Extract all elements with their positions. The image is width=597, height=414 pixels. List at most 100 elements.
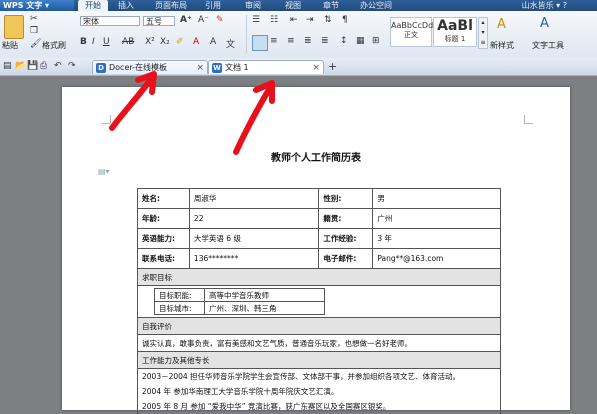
cell-label: 目标城市: xyxy=(154,301,205,315)
text-tools-icon[interactable]: A xyxy=(540,16,549,31)
paste-button[interactable]: 粘贴 xyxy=(2,40,18,51)
sort-icon[interactable]: ⇅ xyxy=(324,15,332,25)
new-tab-icon[interactable]: + xyxy=(328,60,337,73)
show-marks-icon[interactable]: ¶ xyxy=(342,15,348,25)
redo-icon[interactable]: ↷ xyxy=(68,61,76,71)
tab-view[interactable]: 视图 xyxy=(280,0,306,11)
close-icon[interactable]: × xyxy=(312,61,320,75)
ability-line: 2005 年 8 月 参加 “爱我中华” 竞演比赛，获广东赛区以及全国赛区银奖。 xyxy=(137,398,501,414)
close-icon[interactable]: × xyxy=(196,61,204,75)
app-name: WPS 文字 xyxy=(3,1,43,10)
tab-review[interactable]: 审阅 xyxy=(240,0,266,11)
bullet-list-icon[interactable]: ☰ xyxy=(252,15,260,25)
font-name-select[interactable]: 宋体 xyxy=(80,16,140,26)
cell-value: 136******** xyxy=(188,248,320,269)
cell-label: 年龄: xyxy=(137,208,190,229)
new-style-button[interactable]: 新样式 xyxy=(490,40,514,51)
tab-section[interactable]: 章节 xyxy=(318,0,344,11)
cell-label: 英语能力: xyxy=(137,228,190,249)
ability-line: 2003－2004 担任华师音乐学院学生会宣传部、文体部干事，并参加组织各项文艺… xyxy=(137,368,501,384)
paragraph-menu-icon[interactable]: ▤▾ xyxy=(98,167,110,176)
cut-icon[interactable]: ✂ xyxy=(30,14,38,24)
section-header-ability: 工作能力及其他专长 xyxy=(137,351,501,369)
doc-tab-document1[interactable]: W 文档 1 × xyxy=(208,60,324,74)
clear-format-icon[interactable]: ✎ xyxy=(216,15,224,25)
border-icon[interactable]: ⊞ xyxy=(372,36,380,46)
resume-table: 姓名: 周淑华 性别: 男 年龄: 22 籍贯: 广州 英语能力: 大学英语 6… xyxy=(137,188,501,414)
tab-office-space[interactable]: 办公空间 xyxy=(356,0,396,11)
table-row: 联系电话: 136******** 电子邮件: Pang**@163.com xyxy=(137,248,501,269)
bold-icon[interactable]: B xyxy=(80,37,87,47)
tab-page-layout[interactable]: 页面布局 xyxy=(150,0,192,11)
shrink-font-icon[interactable]: A⁻ xyxy=(198,15,209,25)
format-painter-button[interactable]: 格式刷 xyxy=(42,40,66,51)
decrease-indent-icon[interactable]: ⇤ xyxy=(290,15,298,25)
italic-icon[interactable]: I xyxy=(92,37,95,47)
style-heading1-preview: AaBl xyxy=(437,18,473,34)
corner-mark xyxy=(524,115,533,124)
undo-icon[interactable]: ↶ xyxy=(54,61,62,71)
justify-icon[interactable]: ≣ xyxy=(304,36,312,46)
new-style-icon[interactable]: A xyxy=(497,17,506,32)
style-heading1[interactable]: AaBl 标题 1 xyxy=(433,17,477,47)
cell-value: 22 xyxy=(188,208,320,229)
font-color-icon[interactable]: A xyxy=(193,37,199,47)
text-tools-button[interactable]: 文字工具 xyxy=(532,40,564,51)
table-row: 目标城市: 广州、深圳、韩三角 xyxy=(154,301,325,315)
align-right-icon[interactable]: ≡ xyxy=(287,36,295,46)
style-gallery-scroll[interactable]: ▴ ▾ ≡ xyxy=(478,17,488,49)
cell-label: 性别: xyxy=(318,188,374,209)
document-title: 教师个人工作简历表 xyxy=(271,153,361,164)
doc-tab-document1-label: 文档 1 xyxy=(225,63,249,72)
save-icon[interactable]: 💾 xyxy=(27,61,38,71)
style-normal-label: 正文 xyxy=(404,31,418,39)
style-heading1-label: 标题 1 xyxy=(444,35,466,43)
line-spacing-icon[interactable]: ↕ xyxy=(340,36,348,46)
tab-insert[interactable]: 插入 xyxy=(112,0,140,11)
document-tab-bar: ▤ 📂 💾 ⎙ ↶ ↷ D Docer-在线模板 × W 文档 1 × + xyxy=(0,58,597,76)
app-menu-button[interactable]: WPS 文字 ▾ xyxy=(0,0,74,11)
phonetic-icon[interactable]: 文 xyxy=(226,37,235,50)
highlight-icon[interactable]: ✐ xyxy=(176,37,184,47)
align-left-icon[interactable] xyxy=(252,35,268,51)
self-evaluation-text: 诚实认真，敢事负责，富有美感和文艺气质，普通音乐玩家，也想做一名好老师。 xyxy=(137,334,501,352)
char-border-icon[interactable]: A xyxy=(210,37,216,47)
cell-label: 工作经验: xyxy=(318,228,374,249)
cell-value: 大学英语 6 级 xyxy=(188,228,320,249)
copy-icon[interactable]: ❐ xyxy=(30,26,38,36)
style-normal-preview: AaBbCcDd xyxy=(391,21,434,30)
goal-cell: 目标职能: 高等中学音乐教师 目标城市: 广州、深圳、韩三角 xyxy=(137,285,501,318)
font-size-select[interactable]: 五号 xyxy=(143,16,175,26)
docer-icon: D xyxy=(96,63,106,73)
cell-label: 姓名: xyxy=(137,188,190,209)
underline-icon[interactable]: U xyxy=(103,37,110,47)
doc-tab-docer[interactable]: D Docer-在线模板 × xyxy=(92,60,208,74)
distribute-icon[interactable]: ≣ xyxy=(321,36,329,46)
format-painter-icon[interactable]: 🖌 xyxy=(30,39,41,49)
tab-start[interactable]: 开始 xyxy=(78,0,108,11)
cell-label: 目标职能: xyxy=(154,288,205,302)
align-center-icon[interactable]: ≡ xyxy=(270,36,278,46)
grow-font-icon[interactable]: A⁺ xyxy=(180,15,192,25)
user-name: 山水皆乐 xyxy=(521,1,554,10)
strikethrough-icon[interactable]: AB xyxy=(122,37,134,47)
cell-label: 联系电话: xyxy=(137,248,190,269)
document-page[interactable]: ▤▾ 教师个人工作简历表 姓名: 周淑华 性别: 男 年龄: 22 籍贯: 广州… xyxy=(62,87,570,414)
cell-value: 男 xyxy=(372,188,501,209)
shading-icon[interactable]: ▦ xyxy=(356,36,365,46)
increase-indent-icon[interactable]: ⇥ xyxy=(306,15,314,25)
user-account[interactable]: 山水皆乐 ▾ ? xyxy=(522,0,567,11)
paste-icon[interactable] xyxy=(4,15,24,39)
open-icon[interactable]: 📂 xyxy=(15,61,26,71)
numbered-list-icon[interactable]: ☷ xyxy=(270,15,278,25)
tab-reference[interactable]: 引用 xyxy=(200,0,226,11)
cell-label: 籍贯: xyxy=(318,208,374,229)
table-row: 英语能力: 大学英语 6 级 工作经验: 3 年 xyxy=(137,228,501,249)
cell-value: 广州、深圳、韩三角 xyxy=(204,301,325,315)
table-row: 目标职能: 高等中学音乐教师 xyxy=(154,288,325,302)
print-icon[interactable]: ⎙ xyxy=(40,61,47,71)
superscript-icon[interactable]: X² xyxy=(145,37,155,47)
style-normal[interactable]: AaBbCcDd 正文 xyxy=(390,17,434,47)
new-doc-icon[interactable]: ▤ xyxy=(3,61,12,71)
subscript-icon[interactable]: X₂ xyxy=(160,37,170,47)
